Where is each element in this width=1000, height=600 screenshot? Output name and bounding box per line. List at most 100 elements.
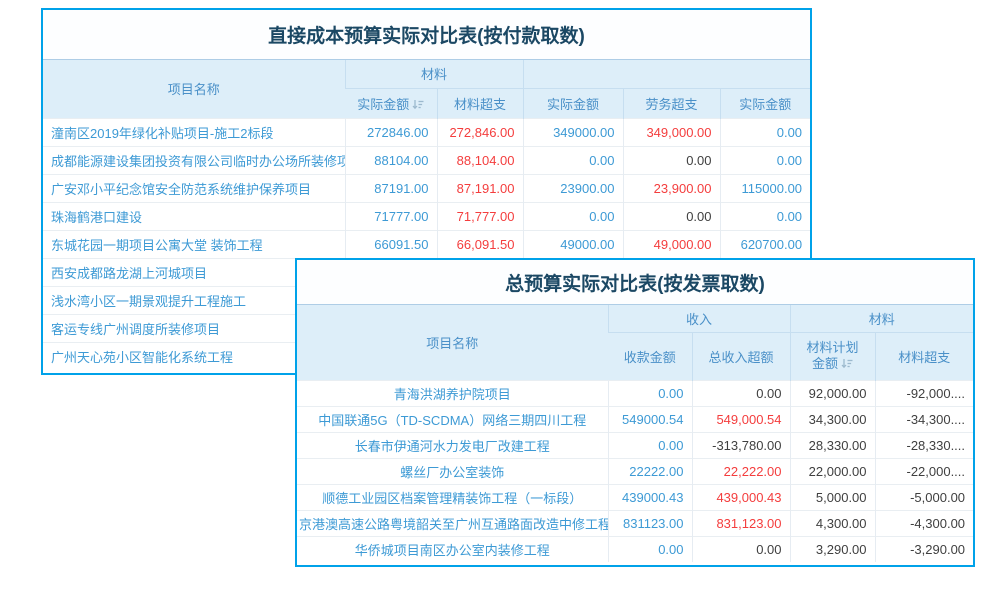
table-row: 东城花园一期项目公寓大堂 装饰工程66091.5066,091.5049000.…: [43, 230, 810, 258]
value-cell: 22,000.00: [790, 458, 875, 484]
value-cell: 439000.43: [608, 484, 692, 510]
value-cell: 66091.50: [345, 230, 437, 258]
group-header-income: 收入: [608, 305, 790, 332]
project-name-link[interactable]: 顺德工业园区档案管理精装饰工程（一标段）: [297, 484, 608, 510]
value-cell: 28,330.00: [790, 432, 875, 458]
table-row: 长春市伊通河水力发电厂改建工程0.00-313,780.0028,330.00-…: [297, 432, 973, 458]
project-name-link[interactable]: 京港澳高速公路粤境韶关至广州互通路面改造中修工程: [297, 510, 608, 536]
value-cell: 831123.00: [608, 510, 692, 536]
value-cell: 23900.00: [523, 174, 623, 202]
project-name-link[interactable]: 青海洪湖养护院项目: [297, 380, 608, 406]
value-cell: 0.00: [720, 202, 810, 230]
value-cell: 620700.00: [720, 230, 810, 258]
value-cell: 0.00: [523, 146, 623, 174]
value-cell: 0.00: [608, 380, 692, 406]
total-budget-table-panel: 总预算实际对比表(按发票取数) 项目名称 收入 材料 收款金额 总收入超额 材料…: [295, 258, 975, 567]
value-cell: -3,290.00: [875, 536, 973, 562]
value-cell: 92,000.00: [790, 380, 875, 406]
value-cell: 0.00: [692, 536, 790, 562]
value-cell: 549000.54: [608, 406, 692, 432]
value-cell: 349000.00: [523, 118, 623, 146]
value-cell: 0.00: [608, 536, 692, 562]
column-header-material-overrun[interactable]: 材料超支: [875, 332, 973, 380]
table-row: 青海洪湖养护院项目0.000.0092,000.00-92,000....: [297, 380, 973, 406]
group-header-material: 材料: [345, 60, 523, 88]
direct-cost-table-title: 直接成本预算实际对比表(按付款取数): [43, 10, 810, 60]
group-header-row: 项目名称 收入 材料: [297, 305, 973, 332]
value-cell: 0.00: [608, 432, 692, 458]
value-cell: 34,300.00: [790, 406, 875, 432]
group-header-blank: [523, 60, 810, 88]
value-cell: 22,222.00: [692, 458, 790, 484]
value-cell: 0.00: [720, 146, 810, 174]
value-cell: 272846.00: [345, 118, 437, 146]
value-cell: 4,300.00: [790, 510, 875, 536]
sort-icon[interactable]: [412, 98, 424, 113]
value-cell: 23,900.00: [623, 174, 720, 202]
value-cell: 22222.00: [608, 458, 692, 484]
value-cell: -4,300.00: [875, 510, 973, 536]
group-header-material: 材料: [790, 305, 973, 332]
value-cell: 115000.00: [720, 174, 810, 202]
value-cell: 87,191.00: [437, 174, 523, 202]
value-cell: 0.00: [623, 202, 720, 230]
value-cell: -5,000.00: [875, 484, 973, 510]
value-cell: -28,330....: [875, 432, 973, 458]
total-budget-table: 项目名称 收入 材料 收款金额 总收入超额 材料计划 金额 材料超支 青海洪湖养…: [297, 305, 973, 562]
value-cell: 0.00: [692, 380, 790, 406]
project-name-link[interactable]: 珠海鹤港口建设: [43, 202, 345, 230]
column-header-received-amount[interactable]: 收款金额: [608, 332, 692, 380]
value-cell: 0.00: [623, 146, 720, 174]
project-name-link[interactable]: 华侨城项目南区办公室内装修工程: [297, 536, 608, 562]
sort-icon[interactable]: [841, 357, 853, 373]
value-cell: 0.00: [523, 202, 623, 230]
value-cell: -92,000....: [875, 380, 973, 406]
column-header-material-overrun[interactable]: 材料超支: [437, 88, 523, 118]
column-header-labor-overrun[interactable]: 劳务超支: [623, 88, 720, 118]
group-header-row: 项目名称 材料: [43, 60, 810, 88]
column-header-project-name: 项目名称: [43, 60, 345, 118]
value-cell: 87191.00: [345, 174, 437, 202]
project-name-link[interactable]: 成都能源建设集团投资有限公司临时办公场所装修项目: [43, 146, 345, 174]
value-cell: 5,000.00: [790, 484, 875, 510]
project-name-link[interactable]: 螺丝厂办公室装饰: [297, 458, 608, 484]
table-row: 华侨城项目南区办公室内装修工程0.000.003,290.00-3,290.00: [297, 536, 973, 562]
total-budget-table-body: 青海洪湖养护院项目0.000.0092,000.00-92,000....中国联…: [297, 380, 973, 562]
column-header-project-name: 项目名称: [297, 305, 608, 380]
value-cell: 88104.00: [345, 146, 437, 174]
project-name-link[interactable]: 东城花园一期项目公寓大堂 装饰工程: [43, 230, 345, 258]
table-row: 珠海鹤港口建设71777.0071,777.000.000.000.00: [43, 202, 810, 230]
project-name-link[interactable]: 广安邓小平纪念馆安全防范系统维护保养项目: [43, 174, 345, 202]
project-name-link[interactable]: 中国联通5G（TD-SCDMA）网络三期四川工程: [297, 406, 608, 432]
value-cell: 49000.00: [523, 230, 623, 258]
value-cell: 0.00: [720, 118, 810, 146]
value-cell: 549,000.54: [692, 406, 790, 432]
table-row: 广安邓小平纪念馆安全防范系统维护保养项目87191.0087,191.00239…: [43, 174, 810, 202]
value-cell: 88,104.00: [437, 146, 523, 174]
table-row: 京港澳高速公路粤境韶关至广州互通路面改造中修工程831123.00831,123…: [297, 510, 973, 536]
value-cell: -313,780.00: [692, 432, 790, 458]
value-cell: 71,777.00: [437, 202, 523, 230]
project-name-link[interactable]: 长春市伊通河水力发电厂改建工程: [297, 432, 608, 458]
value-cell: 272,846.00: [437, 118, 523, 146]
value-cell: 71777.00: [345, 202, 437, 230]
column-header-material-planned-amount[interactable]: 材料计划 金额: [790, 332, 875, 380]
value-cell: -34,300....: [875, 406, 973, 432]
value-cell: 49,000.00: [623, 230, 720, 258]
project-name-link[interactable]: 潼南区2019年绿化补贴项目-施工2标段: [43, 118, 345, 146]
column-header-total-income-overrun[interactable]: 总收入超额: [692, 332, 790, 380]
value-cell: 439,000.43: [692, 484, 790, 510]
value-cell: 66,091.50: [437, 230, 523, 258]
table-row: 螺丝厂办公室装饰22222.0022,222.0022,000.00-22,00…: [297, 458, 973, 484]
table-row: 中国联通5G（TD-SCDMA）网络三期四川工程549000.54549,000…: [297, 406, 973, 432]
value-cell: 3,290.00: [790, 536, 875, 562]
column-header-actual-amount-other[interactable]: 实际金额: [720, 88, 810, 118]
value-cell: -22,000....: [875, 458, 973, 484]
table-row: 顺德工业园区档案管理精装饰工程（一标段）439000.43439,000.435…: [297, 484, 973, 510]
column-header-actual-amount-material[interactable]: 实际金额: [345, 88, 437, 118]
column-header-actual-amount-labor[interactable]: 实际金额: [523, 88, 623, 118]
total-budget-table-title: 总预算实际对比表(按发票取数): [297, 260, 973, 305]
table-row: 成都能源建设集团投资有限公司临时办公场所装修项目88104.0088,104.0…: [43, 146, 810, 174]
table-row: 潼南区2019年绿化补贴项目-施工2标段272846.00272,846.003…: [43, 118, 810, 146]
value-cell: 349,000.00: [623, 118, 720, 146]
